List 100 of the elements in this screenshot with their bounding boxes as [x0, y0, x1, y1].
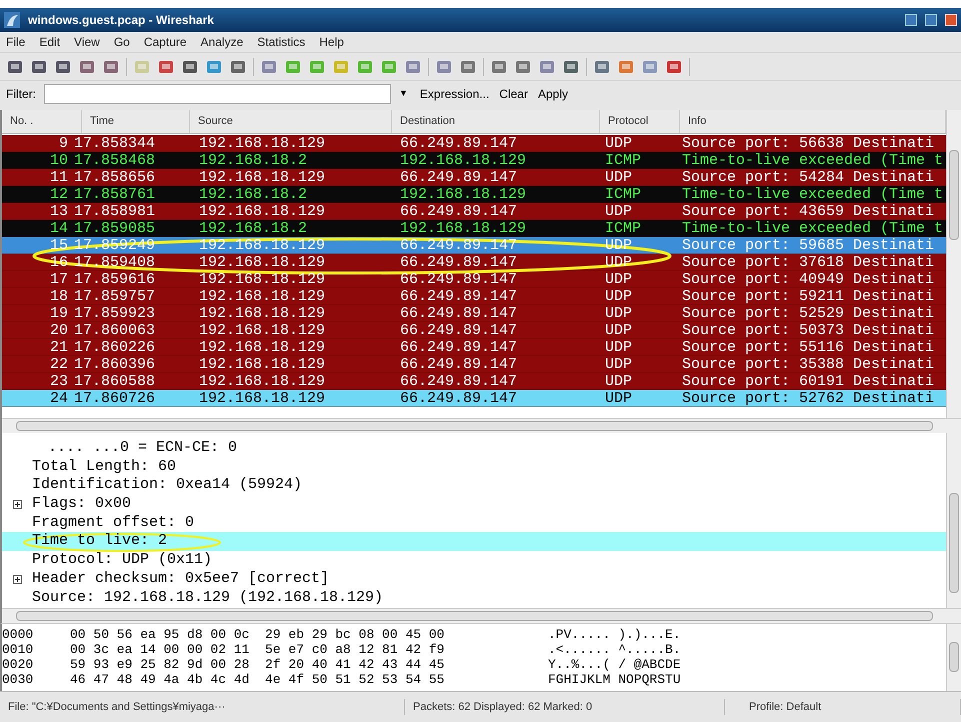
filter-action-link[interactable]: Apply [538, 84, 568, 102]
table-cell-text: Source port: 40949 Destinati [682, 271, 936, 287]
filter-label: Filter: [6, 86, 36, 102]
table-cell-text: 192.168.18.129 [199, 271, 326, 287]
hex-offset: 0010 [2, 642, 34, 657]
ascii-dump: .<...... ^.....B. [548, 642, 681, 657]
table-cell-text: 192.168.18.129 [199, 288, 326, 304]
detail-line[interactable]: Protocol: UDP (0x11) [32, 551, 212, 570]
packet-row[interactable]: 9 17.858344 192.168.18.129 66.249.89.147 UDP Source port: 56638 Destinati [2, 135, 946, 152]
detail-line[interactable]: Fragment offset: 0 [32, 514, 194, 532]
table-cell-text: UDP [605, 390, 634, 406]
packet-row[interactable]: 21 17.860226 192.168.18.129 66.249.89.147 UDP Source port: 55116 Destinati [2, 339, 946, 356]
menu-item[interactable]: Statistics [257, 33, 306, 51]
packet-row[interactable]: 24 17.860726 192.168.18.129 66.249.89.147 UDP Source port: 52762 Destinati [2, 390, 946, 407]
packet-row[interactable]: 19 17.859923 192.168.18.129 66.249.89.147 UDP Source port: 52529 Destinati [2, 305, 946, 322]
packet-row[interactable]: 22 17.860396 192.168.18.129 66.249.89.147 UDP Source port: 35388 Destinati [2, 356, 946, 373]
table-cell-text: 66.249.89.147 [400, 254, 518, 270]
table-cell-text: 17.860726 [74, 390, 156, 406]
table-cell-text: 17.859757 [74, 288, 156, 304]
table-cell-text: 17 [48, 271, 69, 287]
ascii-dump: FGHIJKLM NOPQRSTU [548, 672, 681, 687]
menu-item[interactable]: Help [319, 33, 344, 51]
detail-line[interactable]: Header checksum: 0x5ee7 [correct] [32, 570, 330, 589]
column-header[interactable]: Destination [392, 110, 600, 133]
detail-line[interactable]: Identification: 0xea14 (59924) [32, 476, 302, 496]
packet-row[interactable]: 13 17.858981 192.168.18.129 66.249.89.147 UDP Source port: 43659 Destinati [2, 203, 946, 220]
vertical-scrollbar[interactable] [946, 624, 961, 691]
table-cell-text: 192.168.18.129 [199, 169, 326, 185]
maximize-button[interactable] [925, 14, 937, 26]
packet-row[interactable]: 12 17.858761 192.168.18.2 192.168.18.129 ICMP Time-to-live exceeded (Time t [2, 186, 946, 203]
column-header[interactable]: No. . [2, 110, 82, 133]
close-button[interactable] [945, 14, 957, 26]
menu-item[interactable]: View [74, 33, 100, 51]
packet-row[interactable]: 18 17.859757 192.168.18.129 66.249.89.147 UDP Source port: 59211 Destinati [2, 288, 946, 305]
table-cell-text: UDP [605, 305, 634, 321]
filter-action-link[interactable]: Clear [499, 84, 528, 102]
vertical-scrollbar[interactable] [946, 110, 961, 418]
table-cell-text: 192.168.18.129 [199, 356, 326, 372]
table-cell-text: UDP [605, 203, 634, 219]
menu-item[interactable]: Edit [39, 33, 60, 51]
table-cell-text: 17.859085 [74, 220, 156, 236]
table-cell-text: Source port: 56638 Destinati [682, 135, 936, 151]
table-cell-text: 17.858981 [74, 203, 156, 219]
table-cell-text: 66.249.89.147 [400, 322, 518, 338]
expand-icon[interactable] [12, 574, 22, 584]
menu-item[interactable]: File [6, 33, 26, 51]
table-cell-text: UDP [605, 373, 634, 389]
table-cell-text: Time-to-live exceeded (Time t [682, 220, 944, 236]
table-cell-text: 192.168.18.129 [400, 220, 528, 236]
table-cell-text: Source port: 50373 Destinati [682, 322, 936, 338]
table-cell-text: 192.168.18.129 [199, 390, 326, 406]
packet-row[interactable]: 10 17.858468 192.168.18.2 192.168.18.129 ICMP Time-to-live exceeded (Time t [2, 152, 946, 169]
table-cell-text: Source port: 35388 Destinati [682, 356, 936, 372]
packet-row[interactable]: 17 17.859616 192.168.18.129 66.249.89.147 UDP Source port: 40949 Destinati [2, 271, 946, 288]
expand-icon[interactable] [12, 500, 22, 509]
horizontal-scrollbar[interactable] [2, 608, 961, 623]
column-header[interactable]: Protocol [600, 110, 680, 133]
detail-line[interactable]: Flags: 0x00 [32, 495, 132, 514]
table-cell-text: 17.859923 [74, 305, 156, 321]
table-cell-text: 192.168.18.129 [199, 203, 326, 219]
table-cell-text: 192.168.18.129 [199, 322, 326, 338]
horizontal-scrollbar[interactable] [2, 418, 961, 433]
table-cell-text: 66.249.89.147 [400, 305, 518, 321]
hex-offset: 0000 [2, 627, 34, 642]
filter-field[interactable] [44, 84, 391, 104]
column-header[interactable]: Source [190, 110, 392, 133]
table-cell-text: 192.168.18.2 [199, 186, 308, 202]
table-cell-text: 18 [48, 288, 69, 304]
table-cell-text: UDP [605, 135, 634, 151]
menu-item[interactable]: Analyze [200, 33, 244, 51]
detail-line[interactable]: Source: 192.168.18.129 (192.168.18.129) [32, 588, 384, 608]
hex-bytes: 46 47 48 49 4a 4b 4c 4d 4e 4f 50 51 52 53 54 55 [70, 672, 446, 687]
table-cell-text: 66.249.89.147 [400, 339, 518, 355]
detail-line[interactable]: .... ...0 = ECN-CE: 0 [48, 439, 238, 458]
packet-row[interactable]: 11 17.858656 192.168.18.129 66.249.89.147 UDP Source port: 54284 Destinati [2, 169, 946, 186]
column-header[interactable]: Time [82, 110, 190, 133]
hex-offset: 0020 [2, 657, 34, 672]
table-cell-text: 66.249.89.147 [400, 169, 518, 185]
status-text: Profile: Default [741, 698, 961, 716]
hex-offset: 0030 [2, 672, 34, 687]
packet-row[interactable]: 23 17.860588 192.168.18.129 66.249.89.147 UDP Source port: 60191 Destinati [2, 373, 946, 390]
packet-row[interactable]: 20 17.860063 192.168.18.129 66.249.89.147 UDP Source port: 50373 Destinati [2, 322, 946, 339]
table-cell-text: 192.168.18.2 [199, 220, 308, 236]
minimize-button[interactable] [905, 14, 917, 26]
table-cell-text: 19 [48, 305, 69, 321]
packet-row[interactable]: 14 17.859085 192.168.18.2 192.168.18.129 ICMP Time-to-live exceeded (Time t [2, 220, 946, 237]
detail-line[interactable]: Total Length: 60 [32, 458, 176, 476]
table-cell-text: 17.860063 [74, 322, 156, 338]
window-title: windows.guest.pcap - Wireshark [28, 12, 214, 29]
vertical-scrollbar[interactable] [946, 433, 961, 608]
status-text: File: "C:¥Documents and Settings¥miyaga··· [0, 698, 405, 716]
table-cell-text: 17.860396 [74, 356, 156, 372]
dropdown-button[interactable]: ▼ [399, 86, 408, 100]
menu-item[interactable]: Capture [144, 33, 187, 51]
table-cell-text: 66.249.89.147 [400, 373, 518, 389]
table-cell-text: 24 [48, 390, 69, 406]
filter-action-link[interactable]: Expression... [420, 84, 490, 102]
status-text: Packets: 62 Displayed: 62 Marked: 0 [405, 698, 725, 716]
menu-item[interactable]: Go [114, 33, 130, 51]
table-cell-text: 192.168.18.129 [199, 373, 326, 389]
